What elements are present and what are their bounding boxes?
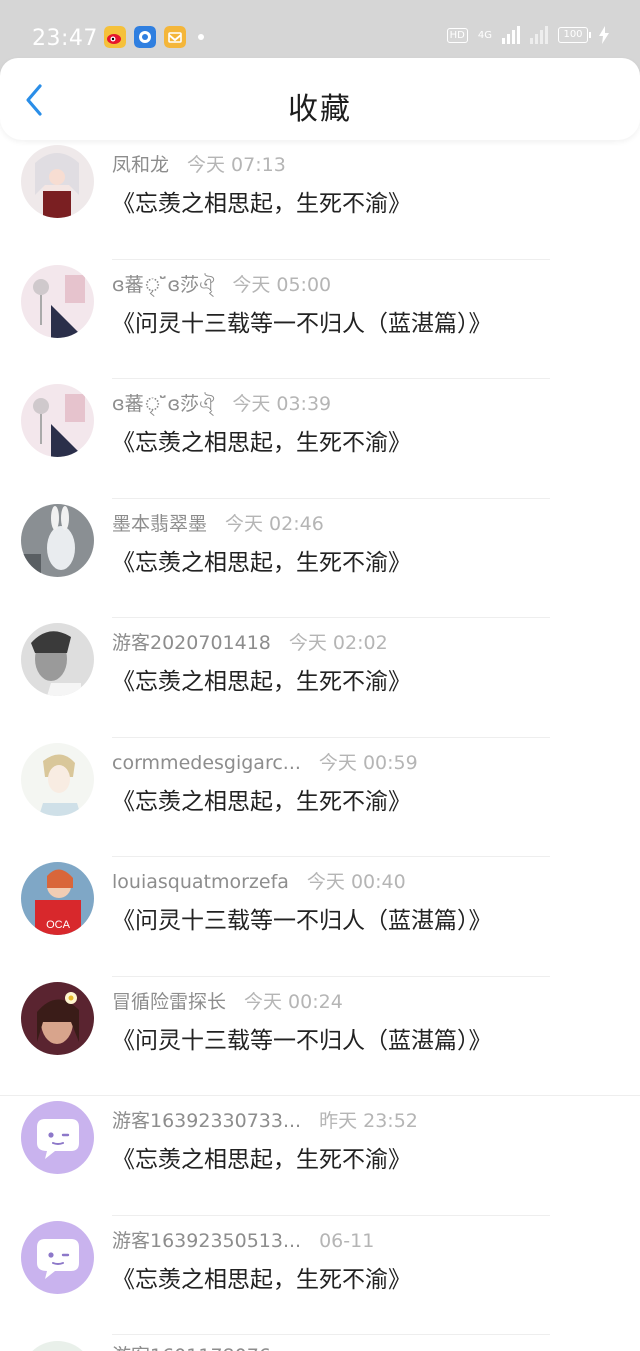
item-title: 《忘羡之相思起，生死不渝》	[112, 1266, 411, 1293]
item-meta: 游客16392350513... 06-11	[112, 1226, 374, 1253]
list-item[interactable]: 游客16392330733... 昨天 23:52 《忘羡之相思起，生死不渝》	[0, 1096, 640, 1216]
item-meta: 冒循险雷探长 今天 00:24	[112, 987, 343, 1014]
timestamp: 06-11	[319, 1229, 375, 1252]
list-item[interactable]: ɞ蕃ৃ ̆̈ɞ莎ঐৃ 今天 05:00 《问灵十三载等一不归人（蓝湛篇）》	[0, 260, 640, 379]
list-item[interactable]: 凤和龙 今天 07:13 《忘羡之相思起，生死不渝》	[0, 140, 640, 260]
timestamp: 今天 07:13	[187, 154, 286, 176]
item-meta: 游客2020701418 今天 02:02	[112, 628, 388, 655]
item-title: 《忘羡之相思起，生死不渝》	[112, 549, 411, 576]
item-title: 《问灵十三载等一不归人（蓝湛篇）》	[112, 310, 492, 337]
author-name: 冒循险雷探长	[112, 990, 227, 1013]
item-meta: cormmedesgigarc... 今天 00:59	[112, 748, 418, 775]
item-title: 《忘羡之相思起，生死不渝》	[112, 669, 411, 695]
avatar	[21, 981, 94, 1055]
hd-badge: HD	[446, 27, 468, 43]
list-item[interactable]: 冒循险雷探长 今天 00:24 《问灵十三载等一不归人（蓝湛篇）》	[0, 977, 640, 1096]
list-item[interactable]: ɞ蕃ৃ ̆̈ɞ莎ঐৃ 今天 03:39 《忘羡之相思起，生死不渝》	[0, 379, 640, 499]
timestamp: 今天 00:40	[306, 871, 406, 893]
timestamp: 今天 02:02	[288, 632, 388, 654]
page-title: 收藏	[288, 92, 352, 127]
item-meta: ɞ蕃ৃ ̆̈ɞ莎ঐৃ 今天 03:39	[112, 389, 331, 422]
favorites-list: 凤和龙 今天 07:13 《忘羡之相思起，生死不渝》 ɞ蕃ৃ ̆̈ɞ莎ঐৃ 今天 0…	[0, 140, 640, 1335]
timestamp: 今天 05:00	[232, 273, 332, 296]
item-title: 《问灵十三载等一不归人（蓝湛篇）》	[112, 1027, 492, 1054]
status-app-icons	[104, 26, 204, 48]
timestamp: 今天 00:24	[244, 990, 343, 1013]
status-time: 23:47	[32, 26, 98, 51]
author-name: 凤和龙	[112, 154, 170, 176]
network-label: 4G	[477, 29, 492, 41]
battery-icon: 100	[558, 27, 591, 43]
svg-text:OCA: OCA	[46, 919, 71, 931]
avatar	[21, 384, 94, 457]
author-name: 游客2020701418	[112, 632, 271, 654]
signal-icon	[502, 26, 520, 44]
author-name: 墨本翡翠墨	[112, 512, 208, 535]
signal-icon-2	[530, 26, 548, 44]
browser-icon	[134, 26, 156, 48]
list-item[interactable]: 墨本翡翠墨 今天 02:46 《忘羡之相思起，生死不渝》	[0, 499, 640, 618]
author-name: ɞ蕃ৃ ̆̈ɞ莎ঐৃ	[112, 393, 215, 415]
author-name: louiasquatmorzefa	[112, 871, 289, 893]
author-name: ɞ蕃ৃ ̆̈ɞ莎ঐৃ	[112, 273, 215, 296]
item-meta: 游客16392330733... 昨天 23:52	[112, 1106, 418, 1133]
weibo-icon	[104, 26, 126, 48]
nav-bar: 收藏	[0, 58, 640, 140]
timestamp: 昨天 23:52	[319, 1110, 418, 1132]
avatar	[21, 145, 94, 218]
timestamp: 今天 02:46	[225, 512, 324, 535]
avatar	[21, 742, 94, 816]
avatar	[21, 1101, 94, 1174]
item-title: 《忘羡之相思起，生死不渝》	[112, 1147, 411, 1173]
list-item[interactable]: 游客2020701418 今天 02:02 《忘羡之相思起，生死不渝》	[0, 618, 640, 738]
list-item[interactable]: 游客16392350513... 06-11 《忘羡之相思起，生死不渝》	[0, 1216, 640, 1335]
status-right: HD 4G 100	[446, 26, 610, 44]
item-meta: 凤和龙 今天 07:13	[112, 150, 286, 177]
item-title: 《忘羡之相思起，生死不渝》	[112, 191, 411, 217]
avatar	[21, 503, 94, 577]
timestamp: 今天 03:39	[232, 393, 332, 415]
list-item-partial[interactable]: 游客1601178076	[0, 1335, 640, 1351]
notification-dot	[198, 34, 204, 40]
avatar: OCA	[21, 862, 94, 935]
item-meta: ɞ蕃ৃ ̆̈ɞ莎ঐৃ 今天 05:00	[112, 270, 331, 303]
author-name: 游客1601178076	[112, 1341, 271, 1351]
item-title: 《忘羡之相思起，生死不渝》	[112, 430, 411, 456]
item-title: 《问灵十三载等一不归人（蓝湛篇）》	[112, 908, 492, 934]
list-item[interactable]: OCA louiasquatmorzefa 今天 00:40 《问灵十三载等一不归…	[0, 857, 640, 977]
item-title: 《忘羡之相思起，生死不渝》	[112, 788, 411, 815]
mail-icon	[164, 26, 186, 48]
avatar	[21, 623, 94, 696]
item-meta: 墨本翡翠墨 今天 02:46	[112, 509, 324, 536]
avatar	[21, 1220, 94, 1294]
list-item[interactable]: cormmedesgigarc... 今天 00:59 《忘羡之相思起，生死不渝》	[0, 738, 640, 857]
author-name: 游客16392350513...	[112, 1229, 302, 1252]
timestamp: 今天 00:59	[318, 751, 418, 774]
item-meta: louiasquatmorzefa 今天 00:40	[112, 867, 406, 894]
avatar	[21, 1341, 94, 1351]
charging-icon	[599, 26, 609, 44]
author-name: cormmedesgigarc...	[112, 751, 301, 774]
author-name: 游客16392330733...	[112, 1110, 302, 1132]
avatar	[21, 264, 94, 338]
